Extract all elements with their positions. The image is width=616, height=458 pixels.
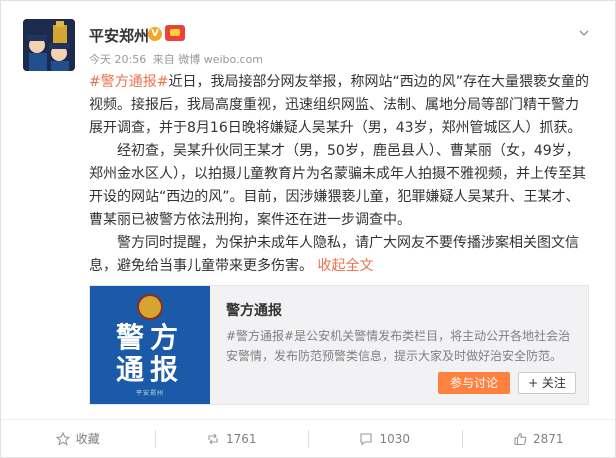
- follow-button[interactable]: + 关注: [518, 372, 576, 394]
- paragraph-2: 经初查，吴某升伙同王某才（男，50岁，鹿邑县人）、曹某丽（女，49岁，郑州金水区…: [89, 143, 586, 228]
- comment-button[interactable]: 1030: [308, 420, 462, 457]
- favorite-button[interactable]: 收藏: [1, 420, 155, 457]
- like-button[interactable]: 2871: [461, 420, 616, 457]
- discuss-button[interactable]: 参与讨论: [438, 372, 510, 394]
- hashtag-link[interactable]: #警方通报#: [89, 74, 168, 90]
- thumb-line-2: 通报: [115, 353, 184, 386]
- post-time[interactable]: 今天 20:56: [89, 53, 146, 66]
- paragraph-1: #警方通报#近日，我局接部分网友举报，称网站“西边的风”存在大量猥亵女童的视频。…: [89, 71, 589, 140]
- collapse-link[interactable]: 收起全文: [317, 258, 373, 274]
- like-count: 2871: [532, 431, 564, 446]
- star-icon: [55, 431, 70, 446]
- repost-icon: [208, 433, 218, 444]
- author-avatar[interactable]: [23, 19, 75, 71]
- thumb-footer: 平安郑州: [135, 390, 164, 397]
- paragraph-3: 警方同时提醒，为保护未成年人隐私，请广大网友不要传播涉案相关图文信息，避免给当事…: [89, 232, 589, 278]
- repost-button[interactable]: 1761: [154, 420, 309, 457]
- post-source: 来自 微博 weibo.com: [152, 53, 264, 66]
- topic-share-card[interactable]: 警方 通报 平安郑州 警方通报 #警方通报#是公安机关警情发布类栏目，将主动公开…: [89, 285, 589, 405]
- topic-description: #警方通报#是公安机关警情发布类栏目，将主动公开各地社会治安警情，发布防范预警类…: [226, 329, 571, 363]
- comment-icon: [360, 432, 373, 446]
- police-emblem-icon: [137, 294, 163, 320]
- comment-count: 1030: [379, 431, 411, 446]
- post-meta: 今天 20:56 来自 微博 weibo.com: [89, 51, 266, 67]
- action-bar: 收藏 1761 1030 2871: [1, 419, 615, 457]
- author-name[interactable]: 平安郑州: [89, 25, 149, 46]
- thumbs-up-icon: [514, 432, 527, 445]
- member-crown-icon: [165, 25, 185, 41]
- weibo-post-card: 平安郑州 V 今天 20:56 来自 微博 weibo.com #警方通报#近日…: [0, 0, 616, 458]
- thumb-line-1: 警方: [115, 321, 184, 354]
- repost-count: 1761: [225, 431, 257, 446]
- chevron-down-icon[interactable]: [577, 27, 591, 41]
- topic-title[interactable]: 警方通报: [226, 300, 282, 320]
- verified-icon: V: [148, 27, 162, 41]
- favorite-label: 收藏: [75, 432, 100, 446]
- post-body: #警方通报#近日，我局接部分网友举报，称网站“西边的风”存在大量猥亵女童的视频。…: [89, 71, 589, 278]
- topic-thumbnail[interactable]: 警方 通报 平安郑州: [90, 286, 210, 404]
